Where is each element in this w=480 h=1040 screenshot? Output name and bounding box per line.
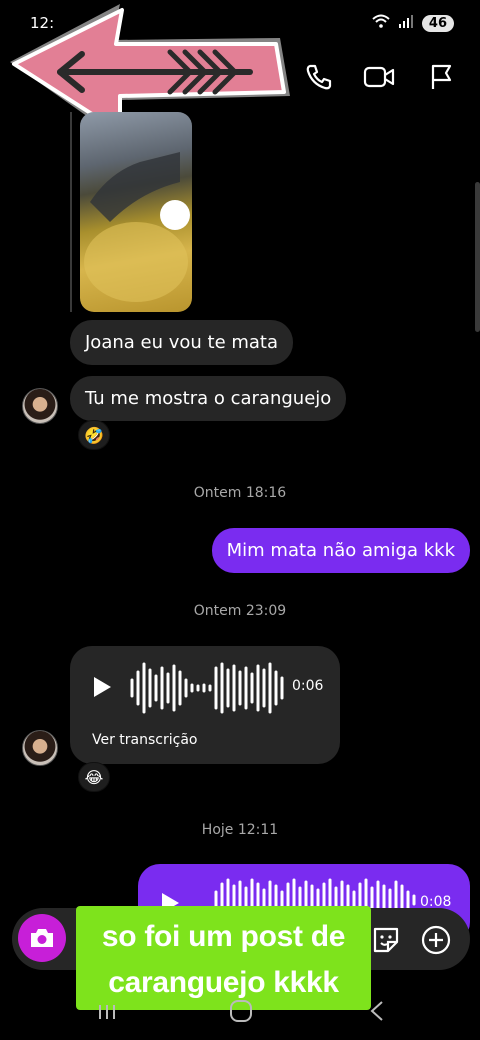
message-incoming[interactable]: Tu me mostra o caranguejo	[70, 376, 347, 421]
home-icon[interactable]	[228, 998, 254, 1024]
timestamp: Ontem 18:16	[193, 485, 287, 501]
battery-badge: 46	[421, 14, 454, 32]
sticker-icon[interactable]	[370, 924, 402, 956]
avatar[interactable]	[22, 730, 58, 766]
timestamp: Ontem 23:09	[193, 603, 287, 619]
add-circle-icon[interactable]	[420, 924, 452, 956]
waveform	[130, 662, 284, 714]
message-reaction-emoji[interactable]: 🤣	[78, 420, 110, 450]
camera-icon	[31, 929, 53, 947]
play-icon[interactable]	[92, 676, 112, 698]
reply-line	[70, 112, 72, 312]
phone-icon[interactable]	[302, 60, 336, 94]
caption-line: caranguejo kkkk	[108, 966, 339, 999]
message-incoming[interactable]: Joana eu vou te mata	[70, 320, 294, 365]
scrollbar[interactable]	[475, 182, 480, 332]
photo-reaction-emoji[interactable]: 😋	[160, 200, 190, 230]
caption-line: so foi um post de	[101, 920, 346, 953]
timestamp: Hoje 12:11	[201, 822, 279, 838]
status-icons: 46	[372, 14, 454, 32]
system-nav-bar	[0, 996, 480, 1040]
voice-duration: 0:06	[292, 678, 324, 694]
back-icon[interactable]	[368, 1000, 386, 1022]
message-outgoing[interactable]: Mim mata não amiga kkk	[211, 528, 470, 573]
caption-overlay: so foi um post de caranguejo kkkk	[76, 906, 371, 1010]
wifi-icon	[372, 14, 390, 32]
voice-message-incoming[interactable]: 0:06 Ver transcrição	[70, 646, 340, 764]
camera-button[interactable]	[18, 914, 66, 962]
avatar[interactable]	[22, 388, 58, 424]
message-reaction-emoji[interactable]: 😂	[78, 762, 110, 792]
flag-icon[interactable]	[424, 60, 458, 94]
signal-icon	[398, 14, 414, 32]
view-transcription-link[interactable]: Ver transcrição	[92, 732, 198, 748]
camera-video-icon[interactable]	[362, 60, 396, 94]
recent-apps-icon[interactable]	[96, 1002, 118, 1022]
